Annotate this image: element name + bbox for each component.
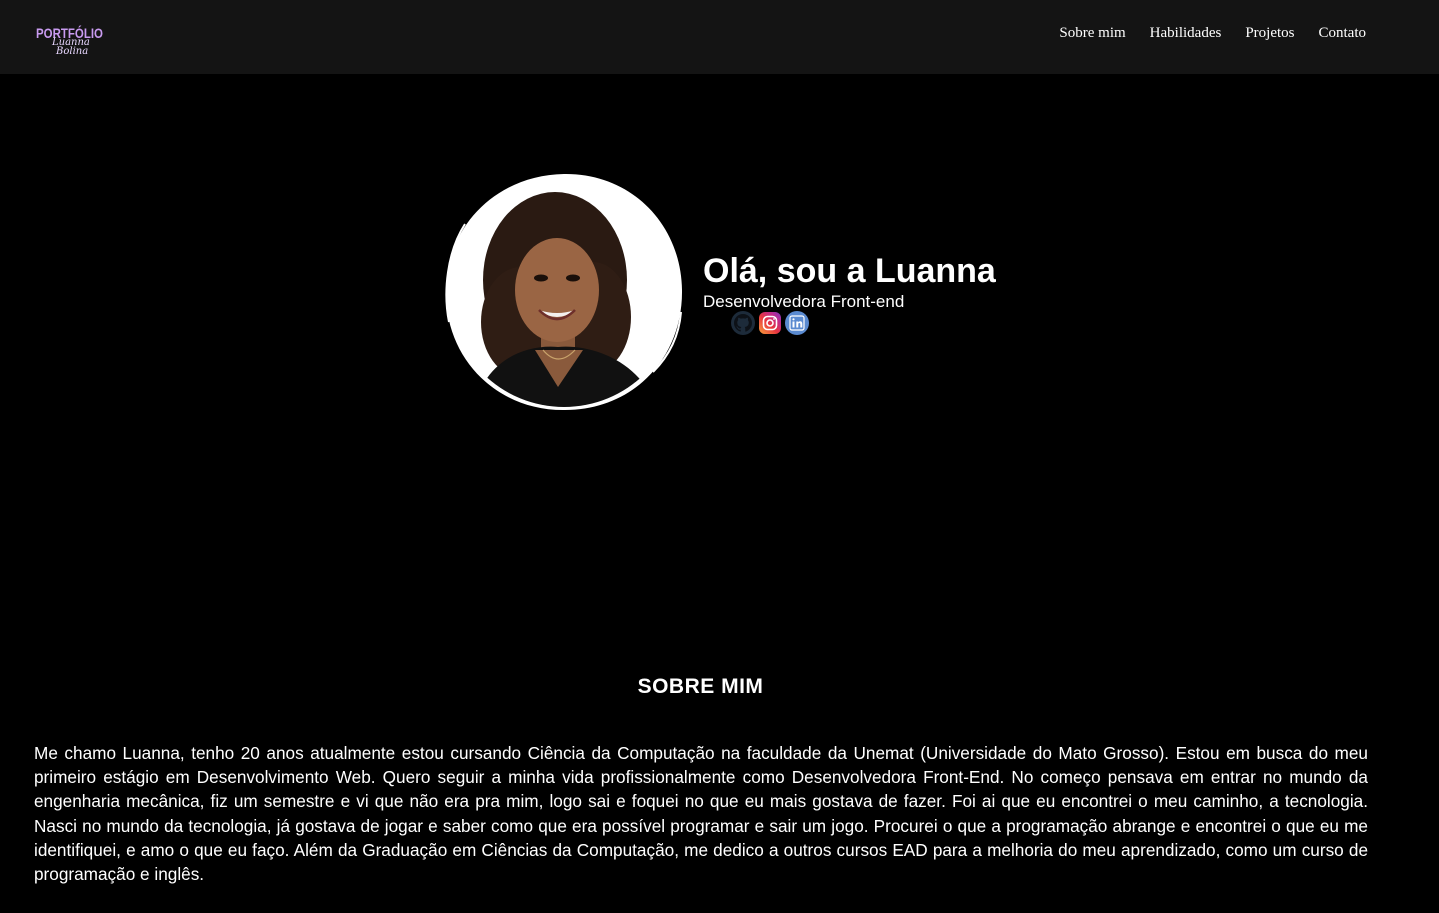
hero-section: Olá, sou a Luanna Desenvolvedora Front-e… — [443, 172, 1043, 417]
nav-link-contato[interactable]: Contato — [1319, 25, 1367, 42]
nav-link-sobre-mim[interactable]: Sobre mim — [1059, 25, 1125, 42]
logo-signature: Luanna Bolina — [52, 38, 92, 57]
logo-signature-last: Bolina — [56, 46, 89, 57]
profile-avatar — [443, 172, 685, 412]
hero-intro: Olá, sou a Luanna Desenvolvedora Front-e… — [703, 252, 996, 312]
linkedin-icon[interactable] — [785, 311, 809, 335]
portfolio-logo[interactable]: PORTFÓLIO Luanna Bolina — [34, 22, 104, 62]
about-paragraph: Me chamo Luanna, tenho 20 anos atualment… — [34, 743, 1368, 885]
main-nav: Sobre mim Habilidades Projetos Contato — [1035, 25, 1366, 42]
hero-subtitle: Desenvolvedora Front-end — [703, 292, 905, 311]
nav-link-habilidades[interactable]: Habilidades — [1150, 25, 1222, 42]
navbar: PORTFÓLIO Luanna Bolina Sobre mim Habili… — [0, 0, 1439, 74]
about-heading: SOBRE MIM — [637, 675, 764, 698]
nav-link-projetos[interactable]: Projetos — [1245, 25, 1294, 42]
instagram-icon[interactable] — [759, 312, 781, 334]
hero-title: Olá, sou a Luanna — [703, 252, 996, 290]
social-links — [731, 311, 809, 335]
github-icon[interactable] — [731, 311, 755, 335]
